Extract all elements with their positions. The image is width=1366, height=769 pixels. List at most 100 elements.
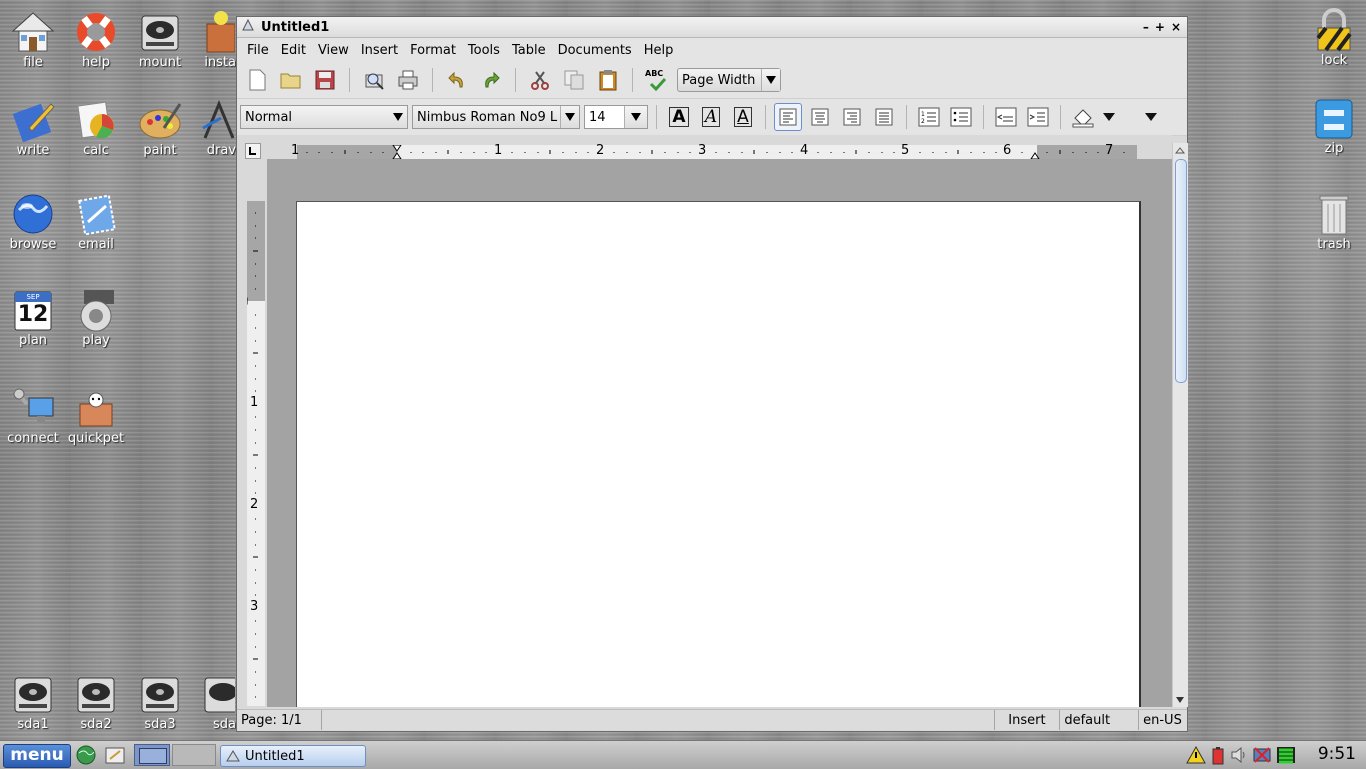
toolbar-separator <box>432 68 433 92</box>
menu-file[interactable]: File <box>243 43 277 58</box>
scrollbar-thumb[interactable] <box>1175 159 1187 383</box>
increase-indent-button[interactable] <box>1024 103 1052 131</box>
desktop-icon-sda4[interactable]: sda <box>190 672 236 732</box>
justify-button[interactable] <box>870 103 898 131</box>
bullet-list-button[interactable] <box>947 103 975 131</box>
desktop-icon-email[interactable]: email <box>63 192 129 252</box>
document-pen-icon <box>11 98 55 142</box>
font-size-select[interactable]: 14 <box>584 105 648 129</box>
toolbar-overflow-button[interactable] <box>1143 103 1159 131</box>
editor-launcher[interactable] <box>104 745 126 769</box>
highlight-color-button[interactable] <box>1069 103 1097 131</box>
warning-icon[interactable] <box>1186 745 1206 765</box>
redo-button[interactable] <box>477 66 505 94</box>
desktop-icon-connect[interactable]: connect <box>0 386 66 446</box>
menu-tools[interactable]: Tools <box>464 43 508 58</box>
printer-icon <box>398 70 418 90</box>
menu-format[interactable]: Format <box>406 43 464 58</box>
paste-button[interactable] <box>594 66 622 94</box>
font-name-select[interactable]: Nimbus Roman No9 L <box>412 105 580 129</box>
desktop-icon-file[interactable]: file <box>0 10 66 70</box>
toolbar-separator <box>906 105 907 129</box>
start-menu-button[interactable]: menu <box>3 744 71 768</box>
desktop-icon-install[interactable]: insta <box>190 10 236 70</box>
browser-launcher[interactable] <box>76 745 96 769</box>
desktop-icon-paint[interactable]: paint <box>127 98 193 158</box>
menu-insert[interactable]: Insert <box>357 43 406 58</box>
desktop-icon-write[interactable]: write <box>0 98 66 158</box>
ruler-number: 1 <box>494 143 503 158</box>
calendar-month: SEP <box>26 293 40 301</box>
underline-button[interactable]: A <box>729 103 757 131</box>
increase-indent-icon <box>1027 107 1049 127</box>
highlight-color-dropdown[interactable] <box>1101 103 1117 131</box>
desktop-icon-play[interactable]: play <box>63 288 129 348</box>
desktop-icon-quickpet[interactable]: quickpet <box>63 386 129 446</box>
network-computer-icon <box>11 386 55 430</box>
cut-button[interactable] <box>526 66 554 94</box>
menu-help[interactable]: Help <box>640 43 682 58</box>
desktop-icon-mount[interactable]: mount <box>127 10 193 70</box>
maximize-button[interactable]: + <box>1155 20 1165 34</box>
print-preview-button[interactable] <box>360 66 388 94</box>
document-page[interactable] <box>296 201 1141 707</box>
tab-stop-selector[interactable] <box>245 143 261 159</box>
network-disconnected-icon[interactable] <box>1252 745 1272 765</box>
desktop-icon-plan[interactable]: SEP 12 plan <box>0 288 66 348</box>
desktop-icon-help[interactable]: help <box>63 10 129 70</box>
desktop-icon-zip[interactable]: zip <box>1301 96 1366 156</box>
desktop-icon-label: play <box>82 333 110 348</box>
vertical-ruler[interactable]: 1 2 3 <box>247 201 265 706</box>
zoom-select[interactable]: Page Width <box>677 68 781 92</box>
open-button[interactable] <box>277 66 305 94</box>
paragraph-style-select[interactable]: Normal <box>240 105 408 129</box>
menu-table[interactable]: Table <box>508 43 554 58</box>
align-left-button[interactable] <box>774 103 802 131</box>
print-button[interactable] <box>394 66 422 94</box>
vertical-scrollbar[interactable] <box>1172 143 1188 707</box>
language[interactable]: en-US <box>1139 710 1187 730</box>
title-bar[interactable]: Untitled1 – + × <box>237 17 1187 38</box>
cpu-monitor-icon[interactable] <box>1276 745 1296 765</box>
save-button[interactable] <box>311 66 339 94</box>
desktop-icon-sda3[interactable]: sda3 <box>127 672 193 732</box>
insert-mode[interactable]: Insert <box>995 710 1061 730</box>
copy-button[interactable] <box>560 66 588 94</box>
desktop-icon-sda1[interactable]: sda1 <box>0 672 66 732</box>
svg-text:1: 1 <box>921 111 925 118</box>
align-right-button[interactable] <box>838 103 866 131</box>
clock[interactable]: 9:51 <box>1318 744 1356 764</box>
desktop-icon-label: sda3 <box>144 717 176 732</box>
workspace-1[interactable] <box>134 744 170 766</box>
desktop-icon-trash[interactable]: trash <box>1301 192 1366 252</box>
desktop-icon-label: zip <box>1324 141 1344 156</box>
volume-icon[interactable] <box>1230 745 1248 765</box>
desktop-icon-lock[interactable]: lock <box>1301 8 1366 68</box>
numbered-list-button[interactable]: 12 <box>915 103 943 131</box>
menu-edit[interactable]: Edit <box>277 43 314 58</box>
spellcheck-button[interactable]: ABC <box>643 66 671 94</box>
scroll-down-arrow <box>1176 697 1184 703</box>
menu-view[interactable]: View <box>314 43 357 58</box>
desktop-icon-calc[interactable]: calc <box>63 98 129 158</box>
desktop-icon-browse[interactable]: browse <box>0 192 66 252</box>
toolbar-separator <box>765 105 766 129</box>
align-center-button[interactable] <box>806 103 834 131</box>
desktop-icon-sda2[interactable]: sda2 <box>63 672 129 732</box>
bold-button[interactable]: A <box>665 103 693 131</box>
minimize-button[interactable]: – <box>1143 20 1149 34</box>
page-style[interactable]: default <box>1060 710 1140 730</box>
menu-documents[interactable]: Documents <box>554 43 640 58</box>
horizontal-ruler[interactable]: 1 1 2 3 4 5 6 7 <box>291 143 1137 159</box>
undo-button[interactable] <box>443 66 471 94</box>
workspace-2[interactable] <box>172 744 216 766</box>
decrease-indent-button[interactable] <box>992 103 1020 131</box>
close-button[interactable]: × <box>1171 20 1181 34</box>
toolbar-separator <box>983 105 984 129</box>
battery-icon[interactable] <box>1210 745 1226 765</box>
new-document-button[interactable] <box>243 66 271 94</box>
taskbar-window-button[interactable]: Untitled1 <box>220 745 366 767</box>
desktop-icon-draw[interactable]: drav <box>190 98 236 158</box>
hard-drive-icon <box>74 672 118 716</box>
italic-button[interactable]: A <box>697 103 725 131</box>
